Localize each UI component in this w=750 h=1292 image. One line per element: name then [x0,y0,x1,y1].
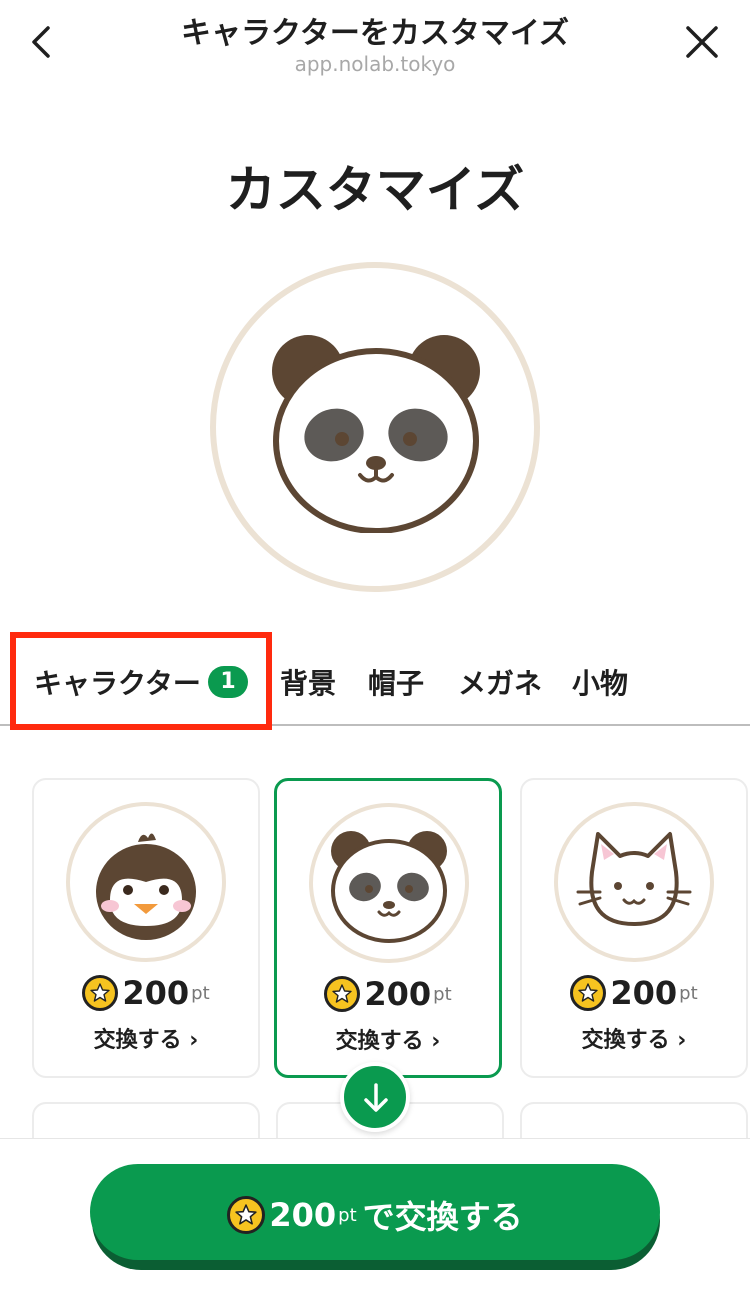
coin-icon [82,975,119,1011]
close-button[interactable] [680,20,724,64]
cta-unit: pt [338,1204,357,1226]
item-card-penguin[interactable]: 200 pt 交換する › [32,778,260,1078]
price-value: 200 [610,974,678,1012]
price-unit: pt [433,983,452,1005]
coin-icon [324,976,361,1012]
tab-badge: 1 [208,666,248,698]
cat-icon [576,832,692,926]
coin-icon [570,975,607,1011]
app-title: キャラクターをカスタマイズ [181,16,569,51]
item-price: 200 pt [34,974,258,1012]
item-thumbnail [554,802,714,962]
exchange-link[interactable]: 交換する › [34,1022,258,1054]
panda-icon [331,831,447,943]
item-price: 200 pt [277,975,499,1013]
exchange-button[interactable]: 200 pt で交換する [90,1164,660,1260]
price-value: 200 [122,974,190,1012]
item-thumbnail [309,803,469,963]
scroll-down-button[interactable] [340,1062,410,1132]
cta-label: で交換する [362,1198,523,1236]
panda-icon [272,335,480,533]
tab-accessories[interactable]: 小物 [572,662,628,702]
price-value: 200 [364,975,432,1013]
item-price: 200 pt [522,974,746,1012]
app-url: app.nolab.tokyo [294,52,456,76]
price-unit: pt [191,982,210,1004]
price-unit: pt [679,982,698,1004]
tab-glasses[interactable]: メガネ [458,662,542,702]
exchange-link[interactable]: 交換する › [277,1023,499,1055]
tab-character[interactable]: キャラクター [34,662,201,702]
tab-hat[interactable]: 帽子 [368,662,424,702]
penguin-icon [96,833,196,940]
item-thumbnail [66,802,226,962]
item-card-panda[interactable]: 200 pt 交換する › [274,778,502,1078]
close-icon [686,26,718,58]
character-preview [210,262,540,592]
top-bar: キャラクターをカスタマイズ app.nolab.tokyo [0,0,750,88]
arrow-down-icon [364,1083,388,1112]
tab-background[interactable]: 背景 [280,662,336,702]
coin-icon [227,1196,266,1234]
cta-price: 200 [269,1196,337,1234]
exchange-link[interactable]: 交換する › [522,1022,746,1054]
page-title: カスタマイズ [225,161,525,219]
item-card-cat[interactable]: 200 pt 交換する › [520,778,748,1078]
category-tabs: キャラクター 1 背景 帽子 メガネ 小物 [0,632,750,730]
